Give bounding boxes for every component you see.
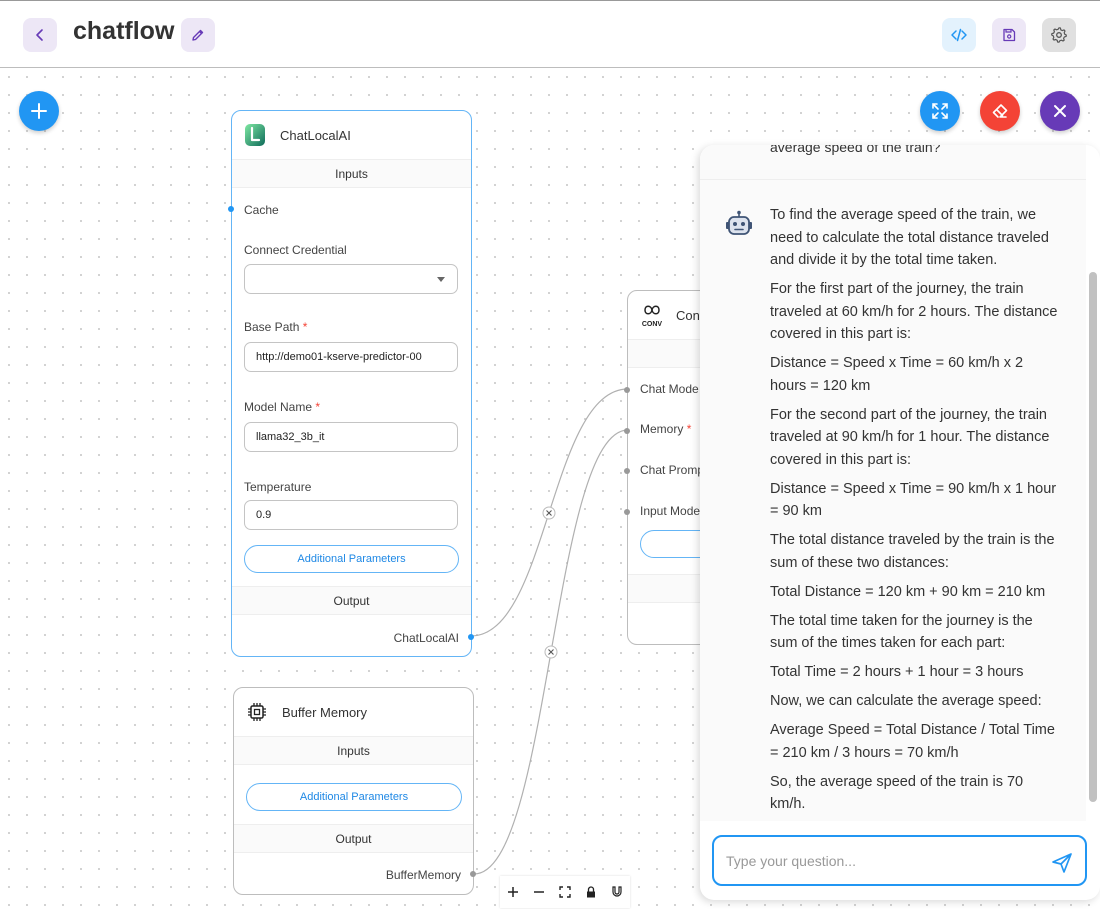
inputs-section-header: Inputs: [234, 736, 473, 765]
edit-title-button[interactable]: [181, 18, 215, 52]
node-title: ChatLocalAI: [280, 127, 351, 143]
chat-prompt-label: Chat Promp: [640, 463, 705, 477]
bot-paragraph: Distance = Speed x Time = 60 km/h x 2 ho…: [770, 355, 1024, 394]
bot-message: To find the average speed of the train, …: [700, 180, 1086, 821]
bot-paragraph: Distance = Speed x Time = 90 km/h x 1 ho…: [770, 480, 1057, 520]
chat-question-input[interactable]: Type your question...: [712, 835, 1087, 886]
credential-select[interactable]: [244, 264, 458, 294]
output-section-header: Output: [232, 586, 471, 615]
localai-logo-icon: [245, 124, 265, 146]
chat-prompt-handle[interactable]: [624, 468, 630, 474]
credential-label: Connect Credential: [244, 243, 347, 257]
memory-handle[interactable]: [624, 428, 630, 434]
bot-paragraph: The total distance traveled by the train…: [770, 532, 1055, 571]
lock-button[interactable]: [578, 879, 604, 905]
node-header: Buffer Memory: [234, 688, 473, 736]
buffer-memory-node[interactable]: Buffer Memory Inputs Additional Paramete…: [233, 687, 476, 895]
bot-paragraph: For the second part of the journey, the …: [770, 406, 1050, 468]
pencil-icon: [192, 29, 204, 41]
conversation-chain-icon: CONV: [640, 303, 664, 328]
chat-messages[interactable]: average speed of the train? To find the …: [700, 145, 1086, 821]
page-title: chatflow: [73, 17, 175, 45]
model-name-input[interactable]: llama32_3b_it: [244, 422, 458, 452]
expand-chat-button[interactable]: [920, 91, 960, 131]
additional-parameters-button[interactable]: Additional Parameters: [246, 783, 462, 811]
bot-paragraph: Average Speed = Total Distance / Total T…: [770, 722, 1055, 761]
base-path-label: Base Path *: [244, 320, 308, 334]
cache-label: Cache: [244, 203, 279, 217]
bot-paragraph: Now, we can calculate the average speed:: [770, 693, 1042, 709]
inputs-section-header: Inputs: [232, 159, 471, 188]
expand-icon: [932, 103, 948, 119]
base-path-input[interactable]: http://demo01-kserve-predictor-00: [244, 342, 458, 372]
plus-icon: [508, 887, 518, 897]
chatlocalai-node[interactable]: ChatLocalAI Inputs Cache Connect Credent…: [228, 110, 474, 657]
snap-grid-button[interactable]: [604, 879, 630, 905]
flow-controls: [500, 876, 630, 908]
save-button[interactable]: [992, 18, 1026, 52]
bot-paragraph: For the first part of the journey, the t…: [770, 281, 1058, 342]
bot-paragraph: To find the average speed of the train, …: [770, 207, 1049, 268]
dropdown-arrow-icon: [437, 277, 445, 282]
eraser-icon: [992, 104, 1008, 118]
input-moderation-label: Input Mode: [640, 504, 701, 518]
cache-input-handle[interactable]: [228, 206, 234, 212]
node-title: Con: [676, 307, 700, 323]
chat-model-handle[interactable]: [624, 387, 630, 393]
buffermemory-output-handle[interactable]: [470, 871, 476, 877]
memory-chip-icon: [248, 703, 266, 721]
back-button[interactable]: [23, 18, 57, 52]
user-message: average speed of the train?: [770, 145, 941, 155]
temperature-label: Temperature: [244, 480, 312, 494]
clear-chat-button[interactable]: [980, 91, 1020, 131]
settings-button[interactable]: [1042, 18, 1076, 52]
top-header: chatflow: [0, 0, 1100, 68]
temperature-input[interactable]: 0.9: [244, 500, 458, 530]
node-header: ChatLocalAI: [232, 111, 471, 159]
chat-panel: average speed of the train? To find the …: [700, 145, 1100, 900]
memory-label: Memory *: [640, 422, 692, 436]
bot-paragraph: So, the average speed of the train is 70…: [770, 773, 1024, 813]
additional-parameters-button[interactable]: Additional Parameters: [244, 545, 459, 573]
zoom-in-button[interactable]: [500, 879, 526, 905]
bot-message-text: To find the average speed of the train, …: [770, 204, 1062, 821]
close-chat-button[interactable]: [1040, 91, 1080, 131]
chevron-left-icon: [36, 29, 43, 41]
lock-icon: [587, 886, 595, 898]
code-icon: [951, 28, 967, 42]
model-name-label: Model Name *: [244, 400, 321, 414]
chat-scrollbar[interactable]: [1089, 272, 1097, 802]
edge-delete-icon: [542, 506, 556, 520]
bot-paragraph: Total Time = 2 hours + 1 hour = 3 hours: [770, 664, 1024, 680]
save-icon: [1003, 28, 1016, 42]
magnet-icon: [612, 886, 622, 897]
edge-delete-icon: [544, 645, 558, 659]
close-icon: [1054, 105, 1066, 117]
bot-paragraph: The total time taken for the journey is …: [770, 612, 1033, 652]
gear-icon: [1051, 27, 1067, 43]
fit-view-icon: [559, 886, 571, 898]
send-icon[interactable]: [1050, 851, 1074, 875]
api-code-button[interactable]: [942, 18, 976, 52]
fit-view-button[interactable]: [552, 879, 578, 905]
input-moderation-handle[interactable]: [624, 509, 630, 515]
bot-paragraph: Total Distance = 120 km + 90 km = 210 km: [770, 583, 1046, 600]
output-handle-label: BufferMemory: [385, 868, 461, 882]
robot-icon: [726, 210, 752, 235]
chat-model-label: Chat Mode: [640, 382, 699, 396]
chatlocalai-output-handle[interactable]: [468, 634, 474, 640]
minus-icon: [534, 891, 544, 893]
output-handle-label: ChatLocalAI: [393, 631, 459, 645]
zoom-out-button[interactable]: [526, 879, 552, 905]
output-section-header: Output: [234, 824, 473, 853]
node-title: Buffer Memory: [282, 704, 368, 720]
